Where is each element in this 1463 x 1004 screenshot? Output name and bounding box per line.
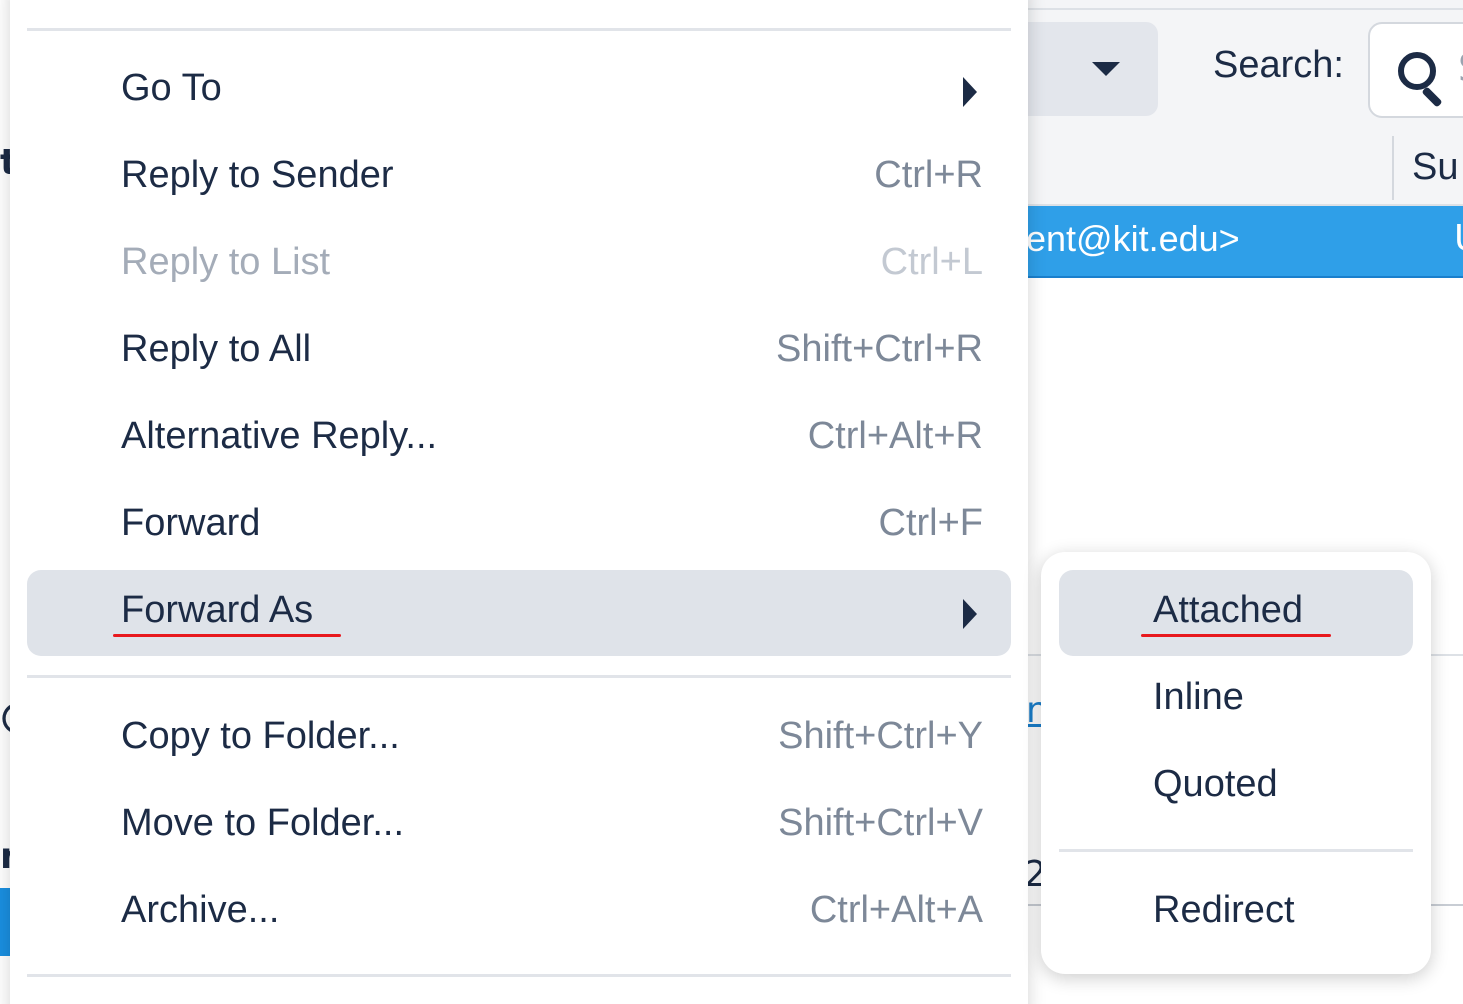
- menu-item-forward-as[interactable]: Forward As: [27, 570, 1011, 656]
- menu-item-label: Move to Folder...: [121, 802, 405, 844]
- screen: t @ n Search: S Su ent@kit.edu> U n 2 Go…: [0, 0, 1463, 1004]
- search-input[interactable]: S: [1368, 22, 1463, 118]
- table-row[interactable]: ent@kit.edu> U: [1000, 206, 1463, 278]
- search-icon-handle: [1421, 86, 1443, 108]
- menu-item-go-to[interactable]: Go To: [27, 48, 1011, 134]
- submenu-item-quoted[interactable]: Quoted: [1059, 744, 1413, 830]
- row-sender: ent@kit.edu>: [1026, 218, 1240, 259]
- menu-item-shortcut: Ctrl+Alt+R: [807, 415, 983, 457]
- menu-item-label: Alternative Reply...: [121, 415, 438, 457]
- submenu-item-label: Redirect: [1153, 889, 1295, 931]
- menu-item-reply-to-list: Reply to List Ctrl+L: [27, 222, 1011, 308]
- left-selected-row[interactable]: [0, 888, 10, 956]
- menu-separator: [27, 675, 1011, 678]
- submenu-item-inline[interactable]: Inline: [1059, 657, 1413, 743]
- menu-item-reply-to-all[interactable]: Reply to All Shift+Ctrl+R: [27, 309, 1011, 395]
- menu-item-shortcut: Ctrl+R: [874, 154, 983, 196]
- menu-item-label: Copy to Folder...: [121, 715, 400, 757]
- search-icon: [1398, 52, 1436, 90]
- menu-item-archive[interactable]: Archive... Ctrl+Alt+A: [27, 870, 1011, 956]
- menu-item-label: Archive...: [121, 889, 280, 931]
- menu-item-label: Forward As: [121, 589, 314, 631]
- menu-item-shortcut: Shift+Ctrl+Y: [778, 715, 983, 757]
- annotation-underline: [113, 634, 341, 637]
- left-text-fragment: @: [0, 696, 10, 737]
- column-divider[interactable]: [1392, 136, 1394, 200]
- menu-item-copy-to-folder[interactable]: Copy to Folder... Shift+Ctrl+Y: [27, 696, 1011, 782]
- message-context-menu: Go To Reply to Sender Ctrl+R Reply to Li…: [10, 0, 1028, 1004]
- row-subject: U: [1454, 218, 1463, 259]
- menu-item-shortcut: Shift+Ctrl+V: [778, 802, 983, 844]
- submenu-item-redirect[interactable]: Redirect: [1059, 870, 1413, 956]
- left-pane-edge: t @ n: [0, 0, 10, 1004]
- menu-item-label: Reply to Sender: [121, 154, 394, 196]
- submenu-item-label: Quoted: [1153, 763, 1278, 805]
- left-text-fragment: t: [0, 142, 10, 183]
- submenu-item-label: Attached: [1153, 589, 1303, 631]
- menu-item-label: Forward: [121, 502, 261, 544]
- search-label: Search:: [1213, 44, 1344, 86]
- message-list-header: Su: [1000, 130, 1463, 206]
- menu-item-forward[interactable]: Forward Ctrl+F: [27, 483, 1011, 569]
- menu-item-shortcut: Shift+Ctrl+R: [776, 328, 983, 370]
- menu-item-label: Reply to All: [121, 328, 312, 370]
- menu-separator: [27, 28, 1011, 31]
- chevron-right-icon: [963, 77, 977, 107]
- chevron-down-icon: [1092, 62, 1120, 76]
- menu-item-shortcut: Ctrl+L: [880, 241, 983, 283]
- menu-item-label: Go To: [121, 67, 222, 109]
- menu-item-alternative-reply[interactable]: Alternative Reply... Ctrl+Alt+R: [27, 396, 1011, 482]
- menu-item-shortcut: Ctrl+F: [878, 502, 984, 544]
- forward-as-submenu: Attached Inline Quoted Redirect: [1041, 552, 1431, 974]
- submenu-item-label: Inline: [1153, 676, 1244, 718]
- search-placeholder: S: [1458, 46, 1463, 90]
- preview-link[interactable]: n: [1026, 690, 1042, 731]
- menu-separator: [27, 974, 1011, 977]
- menu-separator: [1059, 849, 1413, 852]
- annotation-underline: [1141, 634, 1331, 637]
- column-header-subject[interactable]: Su: [1412, 146, 1458, 189]
- submenu-item-attached[interactable]: Attached: [1059, 570, 1413, 656]
- menu-item-shortcut: Ctrl+Alt+A: [809, 889, 983, 931]
- menu-item-label: Reply to List: [121, 241, 331, 283]
- menu-item-reply-to-sender[interactable]: Reply to Sender Ctrl+R: [27, 135, 1011, 221]
- left-text-fragment: n: [0, 836, 10, 877]
- chevron-right-icon: [963, 599, 977, 629]
- menu-item-move-to-folder[interactable]: Move to Folder... Shift+Ctrl+V: [27, 783, 1011, 869]
